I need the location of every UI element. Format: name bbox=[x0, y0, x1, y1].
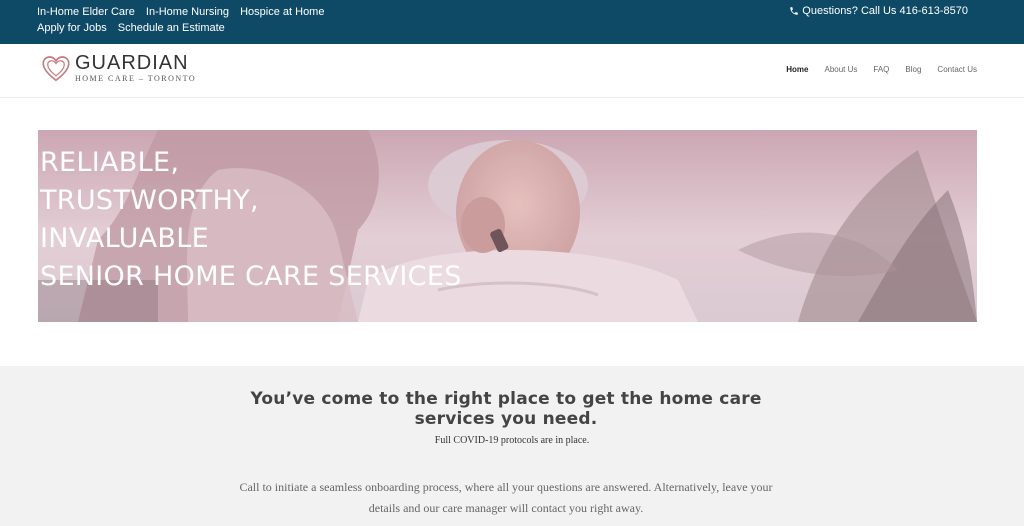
covid-notice: Full COVID-19 protocols are in place. bbox=[434, 435, 590, 446]
intro-section: You’ve come to the right place to get th… bbox=[0, 366, 1024, 526]
site-header: GUARDIAN HOME CARE – TORONTO Home About … bbox=[0, 44, 1024, 98]
phone-text: Questions? Call Us 416-613-8570 bbox=[802, 5, 968, 17]
top-link-hospice[interactable]: Hospice at Home bbox=[240, 4, 324, 20]
top-link-nursing[interactable]: In-Home Nursing bbox=[146, 4, 229, 20]
top-link-jobs[interactable]: Apply for Jobs bbox=[37, 20, 107, 36]
hero-line-3: INVALUABLE bbox=[40, 223, 209, 254]
top-link-estimate[interactable]: Schedule an Estimate bbox=[118, 20, 225, 36]
heart-icon bbox=[42, 55, 70, 81]
hero-line-4: SENIOR HOME CARE SERVICES bbox=[40, 261, 462, 292]
top-link-elder-care[interactable]: In-Home Elder Care bbox=[37, 4, 135, 20]
section-headline: You’ve come to the right place to get th… bbox=[250, 389, 762, 429]
nav-about[interactable]: About Us bbox=[824, 65, 857, 74]
logo-name: GUARDIAN bbox=[75, 52, 189, 74]
phone-icon bbox=[790, 7, 799, 15]
phone-contact[interactable]: Questions? Call Us 416-613-8570 bbox=[789, 5, 968, 17]
hero-banner: RELIABLE, TRUSTWORTHY, INVALUABLE SENIOR… bbox=[38, 130, 977, 322]
logo-subtitle: HOME CARE – TORONTO bbox=[75, 74, 197, 83]
intro-paragraph: Call to initiate a seamless onboarding p… bbox=[239, 480, 773, 515]
nav-contact[interactable]: Contact Us bbox=[937, 65, 977, 74]
hero-line-1: RELIABLE, bbox=[40, 147, 180, 178]
hero-heading: RELIABLE, TRUSTWORTHY, INVALUABLE SENIOR… bbox=[40, 144, 462, 296]
logo-text: GUARDIAN HOME CARE – TORONTO bbox=[75, 53, 196, 84]
top-links: In-Home Elder Care In-Home Nursing Hospi… bbox=[37, 4, 337, 36]
main-nav: Home About Us FAQ Blog Contact Us bbox=[786, 65, 977, 74]
top-bar: In-Home Elder Care In-Home Nursing Hospi… bbox=[0, 0, 1024, 44]
nav-faq[interactable]: FAQ bbox=[873, 65, 889, 74]
nav-home[interactable]: Home bbox=[786, 65, 808, 74]
nav-blog[interactable]: Blog bbox=[905, 65, 921, 74]
hero-line-2: TRUSTWORTHY, bbox=[40, 185, 259, 216]
logo[interactable]: GUARDIAN HOME CARE – TORONTO bbox=[41, 53, 196, 84]
